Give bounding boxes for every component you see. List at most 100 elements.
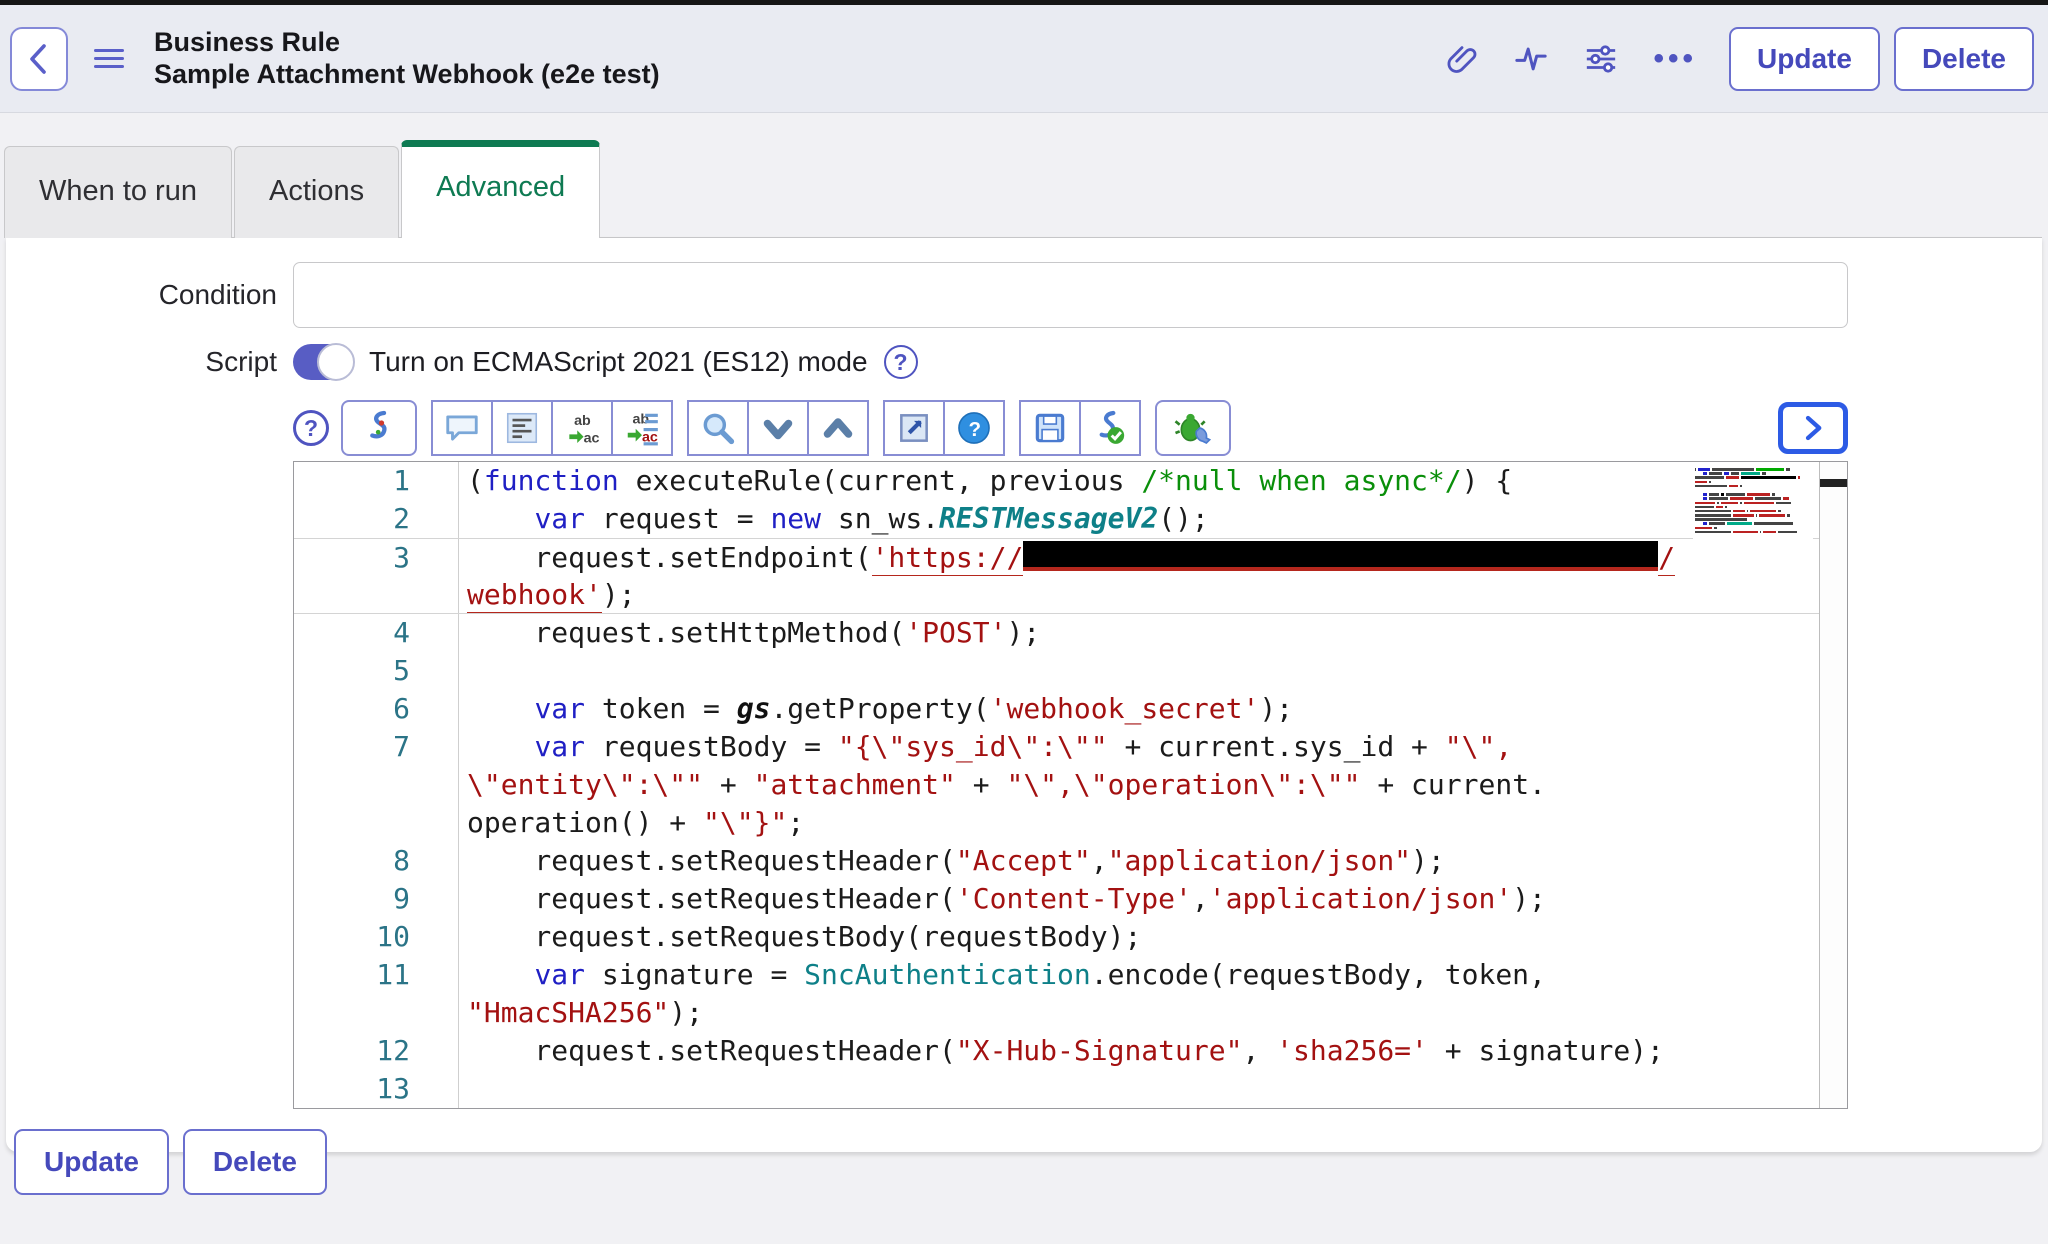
code-row: 11 var signature = SncAuthentication.enc… (294, 956, 1847, 994)
code-row: 4 request.setHttpMethod('POST'); (294, 614, 1847, 652)
code-row: 8 request.setRequestHeader("Accept","app… (294, 842, 1847, 880)
line-number: 7 (294, 728, 459, 766)
line-number: 1 (294, 462, 459, 500)
header-delete-button[interactable]: Delete (1894, 27, 2034, 91)
record-type-title: Business Rule (154, 27, 660, 59)
code-line-text: \"entity\":\"" + "attachment" + "\",\"op… (459, 766, 1847, 804)
footer-update-button[interactable]: Update (14, 1129, 169, 1195)
code-row: 13 (294, 1070, 1847, 1108)
tab-actions[interactable]: Actions (234, 146, 399, 238)
line-number: 2 (294, 500, 459, 538)
toolbar-debug-button[interactable] (1155, 400, 1231, 456)
personalize-sliders-icon[interactable] (1584, 42, 1618, 76)
code-row: webhook'); (294, 576, 1847, 614)
more-options-icon[interactable]: ••• (1654, 42, 1698, 76)
es2021-toggle[interactable] (293, 344, 353, 380)
code-line-text (459, 652, 1847, 690)
code-row: "HmacSHA256"); (294, 994, 1847, 1032)
toolbar-open-new-window-button[interactable] (883, 400, 945, 456)
record-header: Business Rule Sample Attachment Webhook … (0, 5, 2048, 113)
code-line-text: request.setRequestBody(requestBody); (459, 918, 1847, 956)
es2021-toggle-label: Turn on ECMAScript 2021 (ES12) mode (369, 346, 868, 378)
form-footer: Update Delete (14, 1129, 1848, 1195)
toolbar-editor-help-button[interactable]: ? (943, 400, 1005, 456)
advanced-tab-panel: Condition Script Turn on ECMAScript 2021… (6, 237, 2042, 1152)
es2021-help-icon[interactable]: ? (884, 345, 918, 379)
code-line-text: request.setRequestHeader("X-Hub-Signatur… (459, 1032, 1847, 1070)
line-number (294, 766, 459, 804)
code-row: operation() + "\"}"; (294, 804, 1847, 842)
footer-delete-button[interactable]: Delete (183, 1129, 327, 1195)
editor-expand-button[interactable] (1778, 402, 1848, 454)
toolbar-group: ? (883, 400, 1005, 456)
toolbar-script-macro-button[interactable] (341, 400, 417, 456)
editor-scrollbar-track (1819, 462, 1847, 1108)
line-number: 6 (294, 690, 459, 728)
condition-input[interactable] (293, 262, 1848, 328)
code-row: 7 var requestBody = "{\"sys_id\":\"" + c… (294, 728, 1847, 766)
code-editor[interactable]: 1(function executeRule(current, previous… (293, 461, 1848, 1109)
condition-row: Condition (6, 262, 1848, 328)
code-row: 10 request.setRequestBody(requestBody); (294, 918, 1847, 956)
code-minimap (1693, 466, 1813, 541)
code-line-text: request.setRequestHeader("Accept","appli… (459, 842, 1847, 880)
toolbar-group (1019, 400, 1141, 456)
toolbar-toggle-comment-button[interactable] (431, 400, 493, 456)
code-row: 6 var token = gs.getProperty('webhook_se… (294, 690, 1847, 728)
tab-when-to-run[interactable]: When to run (4, 146, 232, 238)
toolbar-group: abacabac (431, 400, 673, 456)
code-line-text: "HmacSHA256"); (459, 994, 1847, 1032)
toolbar-replace-button[interactable]: abac (551, 400, 613, 456)
toolbar-format-code-button[interactable] (491, 400, 553, 456)
record-name-title: Sample Attachment Webhook (e2e test) (154, 59, 660, 91)
svg-text:ac: ac (584, 430, 600, 446)
condition-label: Condition (6, 279, 293, 311)
line-number: 9 (294, 880, 459, 918)
svg-text:ab: ab (574, 413, 591, 429)
code-line-text: webhook'); (459, 576, 1847, 613)
code-line-text: request.setRequestHeader('Content-Type',… (459, 880, 1847, 918)
code-row: \"entity\":\"" + "attachment" + "\",\"op… (294, 766, 1847, 804)
toolbar-search-button[interactable] (687, 400, 749, 456)
header-update-button[interactable]: Update (1729, 27, 1880, 91)
tab-strip: When to runActionsAdvanced (0, 113, 2048, 237)
line-number: 11 (294, 956, 459, 994)
script-row: Script Turn on ECMAScript 2021 (ES12) mo… (6, 344, 1848, 380)
code-row: 1(function executeRule(current, previous… (294, 462, 1847, 500)
line-number (294, 804, 459, 842)
code-line-text: var request = new sn_ws.RESTMessageV2(); (459, 500, 1847, 538)
svg-text:ab: ab (633, 411, 650, 427)
line-number: 5 (294, 652, 459, 690)
code-line-text: request.setEndpoint('https:/// (459, 539, 1847, 576)
toolbar-syntax-check-button[interactable] (1079, 400, 1141, 456)
code-line-text: request.setHttpMethod('POST'); (459, 614, 1847, 652)
code-row: 5 (294, 652, 1847, 690)
activity-pulse-icon[interactable] (1514, 42, 1548, 76)
script-label: Script (6, 346, 293, 378)
context-menu-icon[interactable] (94, 44, 124, 73)
code-row: 9 request.setRequestHeader('Content-Type… (294, 880, 1847, 918)
line-number: 3 (294, 539, 459, 576)
line-number: 4 (294, 614, 459, 652)
line-number: 10 (294, 918, 459, 956)
svg-text:?: ? (968, 418, 981, 441)
editor-scrollbar-thumb[interactable] (1820, 479, 1847, 487)
line-number: 13 (294, 1070, 459, 1108)
toolbar-replace-all-button[interactable]: abac (611, 400, 673, 456)
line-number (294, 994, 459, 1032)
tab-advanced[interactable]: Advanced (401, 140, 600, 238)
code-line-text (459, 1070, 1847, 1108)
attachments-paperclip-icon[interactable] (1444, 42, 1478, 76)
toolbar-find-previous-button[interactable] (807, 400, 869, 456)
toolbar-group (687, 400, 869, 456)
redacted-url (1023, 541, 1658, 571)
editor-toolbar: ? abacabac? (293, 398, 1848, 458)
code-row: 2 var request = new sn_ws.RESTMessageV2(… (294, 500, 1847, 538)
code-line-text: operation() + "\"}"; (459, 804, 1847, 842)
back-button[interactable] (10, 27, 68, 91)
editor-help-icon[interactable]: ? (293, 410, 329, 446)
code-area[interactable]: 1(function executeRule(current, previous… (294, 462, 1847, 1108)
toolbar-find-next-button[interactable] (747, 400, 809, 456)
toolbar-save-button[interactable] (1019, 400, 1081, 456)
line-number: 12 (294, 1032, 459, 1070)
